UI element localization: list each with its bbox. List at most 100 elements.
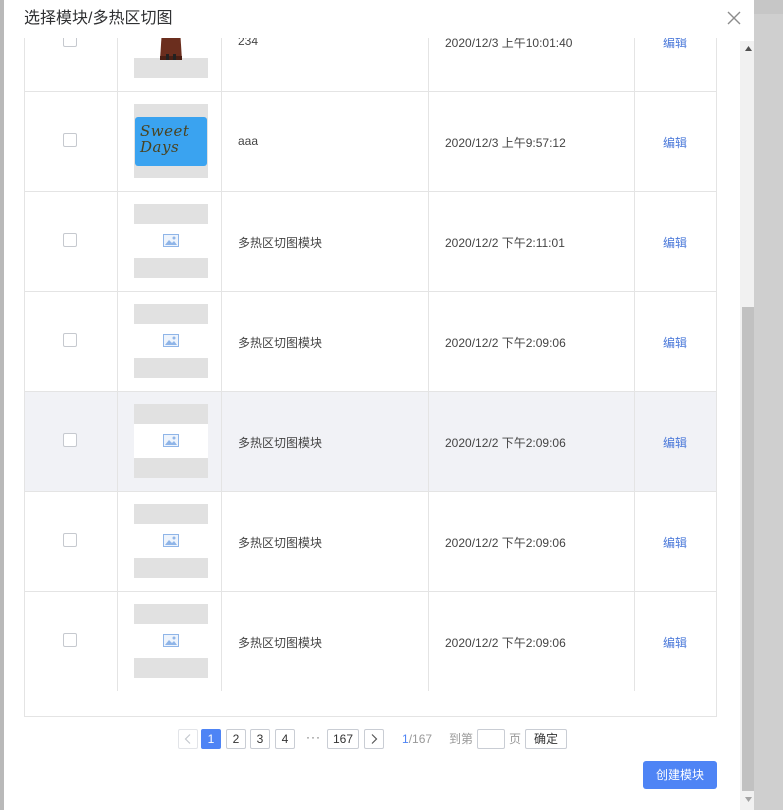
scroll-down-button[interactable]	[740, 792, 754, 808]
thumbnail	[134, 504, 208, 578]
action-cell: 编辑	[635, 92, 716, 191]
page-button-3[interactable]: 3	[250, 729, 270, 749]
checkbox-cell	[25, 92, 118, 191]
select-module-dialog: 234 2020/12/3 上午10:01:40 编辑 Sweet Days a…	[4, 0, 754, 810]
created-time: 2020/12/2 下午2:09:06	[445, 536, 566, 550]
checkbox-cell	[25, 592, 118, 691]
goto-page-input[interactable]	[477, 729, 505, 749]
time-cell: 2020/12/2 下午2:09:06	[429, 592, 635, 691]
table-row: 多热区切图模块 2020/12/2 下午2:11:01 编辑	[25, 191, 716, 291]
next-page-button[interactable]	[364, 729, 384, 749]
thumbnail-frame	[134, 624, 208, 658]
name-cell: 多热区切图模块	[222, 492, 429, 591]
thumbnail-cell	[118, 392, 222, 491]
current-page-number: 1	[402, 732, 409, 746]
module-name: 多热区切图模块	[238, 636, 323, 650]
created-time: 2020/12/2 下午2:09:06	[445, 636, 566, 650]
checkbox-cell	[25, 492, 118, 591]
row-checkbox[interactable]	[63, 133, 77, 147]
name-cell: 多热区切图模块	[222, 292, 429, 391]
created-time: 2020/12/2 下午2:09:06	[445, 336, 566, 350]
created-time: 2020/12/3 上午9:57:12	[445, 136, 566, 150]
close-button[interactable]	[723, 7, 745, 29]
row-checkbox[interactable]	[63, 333, 77, 347]
prev-page-button[interactable]	[178, 729, 198, 749]
action-cell: 编辑	[635, 592, 716, 691]
table-row: Sweet Days aaa 2020/12/3 上午9:57:12 编辑	[25, 91, 716, 191]
module-table-body: 234 2020/12/3 上午10:01:40 编辑 Sweet Days a…	[25, 16, 716, 691]
edit-link[interactable]: 编辑	[663, 234, 687, 251]
table-row: 多热区切图模块 2020/12/2 下午2:09:06 编辑	[25, 391, 716, 491]
scroll-up-button[interactable]	[740, 41, 754, 57]
name-cell: aaa	[222, 92, 429, 191]
backdrop-band	[754, 14, 783, 810]
triangle-down-icon	[744, 797, 752, 802]
thumbnail	[134, 204, 208, 278]
name-cell: 多热区切图模块	[222, 392, 429, 491]
image-placeholder-icon	[163, 434, 179, 447]
module-name: 多热区切图模块	[238, 236, 323, 250]
page-button-1[interactable]: 1	[201, 729, 221, 749]
edit-link[interactable]: 编辑	[663, 334, 687, 351]
checkbox-cell	[25, 392, 118, 491]
page-button-2[interactable]: 2	[226, 729, 246, 749]
page-ellipsis: ···	[306, 730, 321, 744]
name-cell: 多热区切图模块	[222, 592, 429, 691]
edit-link[interactable]: 编辑	[663, 634, 687, 651]
page-button-last[interactable]: 167	[327, 729, 359, 749]
image-placeholder-icon	[163, 534, 179, 547]
row-checkbox[interactable]	[63, 233, 77, 247]
sweet-days-image-text: Sweet Days	[140, 122, 190, 156]
triangle-up-icon	[744, 46, 752, 51]
scrollbar-thumb[interactable]	[742, 307, 754, 791]
module-name: 多热区切图模块	[238, 436, 323, 450]
edit-link[interactable]: 编辑	[663, 134, 687, 151]
goto-prefix: 到第	[449, 732, 474, 746]
table-row: 多热区切图模块 2020/12/2 下午2:09:06 编辑	[25, 491, 716, 591]
created-time: 2020/12/2 下午2:09:06	[445, 436, 566, 450]
row-checkbox[interactable]	[63, 533, 77, 547]
action-cell: 编辑	[635, 492, 716, 591]
create-module-button[interactable]: 创建模块	[643, 761, 717, 789]
time-cell: 2020/12/2 下午2:09:06	[429, 292, 635, 391]
vertical-scrollbar[interactable]	[740, 41, 754, 810]
module-name: aaa	[238, 134, 259, 148]
action-cell: 编辑	[635, 292, 716, 391]
row-checkbox[interactable]	[63, 433, 77, 447]
created-time: 2020/12/2 下午2:11:01	[445, 236, 565, 250]
chevron-left-icon	[184, 734, 191, 744]
time-cell: 2020/12/2 下午2:11:01	[429, 192, 635, 291]
module-table: 234 2020/12/3 上午10:01:40 编辑 Sweet Days a…	[24, 16, 717, 717]
thumbnail-cell	[118, 592, 222, 691]
thumbnail-cell	[118, 192, 222, 291]
checkbox-cell	[25, 192, 118, 291]
row-checkbox[interactable]	[63, 633, 77, 647]
dialog-header: 选择模块/多热区切图	[4, 0, 754, 38]
edit-link[interactable]: 编辑	[663, 534, 687, 551]
thumbnail-frame	[134, 424, 208, 458]
page-button-4[interactable]: 4	[275, 729, 295, 749]
image-placeholder-icon	[163, 634, 179, 647]
sweet-days-image: Sweet Days	[135, 117, 207, 166]
chevron-right-icon	[371, 734, 378, 744]
edit-link[interactable]: 编辑	[663, 434, 687, 451]
goto-confirm-button[interactable]: 确定	[525, 729, 567, 749]
image-placeholder-icon	[163, 234, 179, 247]
name-cell: 多热区切图模块	[222, 192, 429, 291]
table-row: 多热区切图模块 2020/12/2 下午2:09:06 编辑	[25, 591, 716, 691]
checkbox-cell	[25, 292, 118, 391]
backdrop-right	[754, 0, 783, 810]
action-cell: 编辑	[635, 192, 716, 291]
page-count: 1/167	[402, 729, 432, 749]
thumbnail-frame	[134, 324, 208, 358]
image-placeholder-icon	[163, 334, 179, 347]
time-cell: 2020/12/2 下午2:09:06	[429, 392, 635, 491]
action-cell: 编辑	[635, 392, 716, 491]
thumbnail	[134, 404, 208, 478]
thumbnail-frame	[134, 224, 208, 258]
table-row: 多热区切图模块 2020/12/2 下午2:09:06 编辑	[25, 291, 716, 391]
thumbnail-cell	[118, 492, 222, 591]
thumbnail-frame	[134, 524, 208, 558]
goto-suffix: 页	[509, 732, 522, 746]
module-name: 多热区切图模块	[238, 336, 323, 350]
